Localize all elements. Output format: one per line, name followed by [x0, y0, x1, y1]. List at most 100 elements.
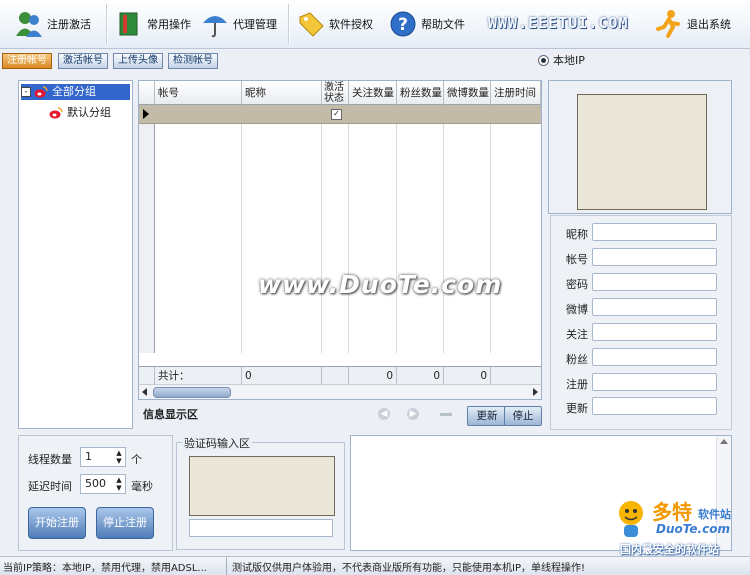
next-arrow-icon[interactable]: ▶	[407, 408, 419, 420]
column-header-follow-count[interactable]: 关注数量	[349, 81, 397, 105]
register-activate-button[interactable]: 注册激活	[14, 6, 91, 42]
delay-label: 延迟时间	[28, 480, 72, 493]
logo-sub: 软件站	[698, 508, 731, 521]
avatar-image	[577, 94, 707, 210]
field-label-fans: 粉丝	[566, 353, 588, 366]
book-icon	[114, 9, 144, 39]
thread-count-label: 线程数量	[28, 453, 72, 466]
column-header-nickname[interactable]: 昵称	[242, 81, 322, 105]
summary-nickname-total: 0	[242, 367, 322, 385]
radio-icon[interactable]	[538, 54, 549, 66]
field-label-update: 更新	[566, 402, 588, 415]
info-area-title: 信息显示区	[143, 408, 198, 421]
minus-icon[interactable]	[440, 413, 452, 416]
collapse-icon[interactable]: -	[21, 87, 31, 97]
scroll-right-icon[interactable]	[533, 388, 538, 396]
stepper-up-icon[interactable]: ▲	[114, 449, 124, 457]
weibo-field[interactable]	[592, 298, 717, 316]
active-status-checkbox[interactable]: ✓	[331, 109, 342, 120]
column-header-fans-count[interactable]: 粉丝数量	[397, 81, 444, 105]
logo-url: DuoTe.com	[656, 522, 730, 536]
main-toolbar: 注册激活 常用操作 代理管理 软件授权 ? 帮助文件 WWW.EEETUI.CO…	[0, 0, 750, 49]
delay-stepper[interactable]: 500 ▲ ▼	[80, 474, 126, 494]
group-tree: - 全部分组 默认分组	[18, 80, 133, 429]
brand-logo-text: WWW.EEETUI.COM	[488, 14, 629, 32]
tab-register-account[interactable]: 注册帐号	[2, 53, 52, 69]
avatar-frame	[548, 80, 732, 214]
captcha-title: 验证码输入区	[182, 435, 252, 451]
status-bar: 当前IP策略：本地IP，禁用代理，禁用ADSL... 测试版仅供用户体验用，不代…	[0, 556, 750, 575]
logo-slogan: 国内最安全的软件站	[620, 543, 719, 556]
fans-field[interactable]	[592, 348, 717, 366]
follow-field[interactable]	[592, 323, 717, 341]
tab-upload-avatar[interactable]: 上传头像	[113, 53, 163, 69]
delay-value: 500	[85, 477, 106, 490]
stepper-down-icon[interactable]: ▼	[114, 484, 124, 492]
update-field[interactable]	[592, 397, 717, 415]
umbrella-icon	[200, 9, 230, 39]
thread-count-value: 1	[85, 450, 92, 463]
field-label-account: 帐号	[566, 253, 588, 266]
register-field[interactable]	[592, 373, 717, 391]
weibo-icon	[34, 86, 48, 98]
column-header-active-status[interactable]: 激活状态	[322, 81, 349, 105]
summary-follow-total: 0	[349, 367, 397, 385]
users-icon	[14, 9, 44, 39]
scroll-left-icon[interactable]	[142, 388, 147, 396]
nickname-field[interactable]	[592, 223, 717, 241]
password-field[interactable]	[592, 273, 717, 291]
software-auth-label: 软件授权	[329, 18, 373, 31]
watermark-text: www.DuoTe.com	[258, 270, 503, 299]
field-label-register: 注册	[566, 378, 588, 391]
account-grid[interactable]: 帐号 昵称 激活状态 关注数量 粉丝数量 微博数量 注册时间 ✓ 共计： 0 0…	[138, 80, 542, 400]
tab-check-account[interactable]: 检测帐号	[168, 53, 218, 69]
svg-text:?: ?	[398, 15, 408, 35]
summary-fans-total: 0	[397, 367, 444, 385]
table-row[interactable]: ✓	[139, 105, 541, 124]
tag-icon	[296, 9, 326, 39]
weibo-icon	[49, 107, 63, 119]
column-header-account[interactable]: 帐号	[155, 81, 242, 105]
mascot-icon	[619, 501, 643, 537]
row-pointer-icon	[143, 109, 149, 119]
proxy-mgmt-button[interactable]: 代理管理	[200, 6, 277, 42]
stepper-up-icon[interactable]: ▲	[114, 476, 124, 484]
prev-arrow-icon[interactable]: ◀	[378, 408, 390, 420]
local-ip-option[interactable]: 本地IP	[538, 53, 585, 67]
tab-activate-account[interactable]: 激活帐号	[58, 53, 108, 69]
tree-node-all-groups[interactable]: - 全部分组	[21, 84, 130, 100]
tree-child-label: 默认分组	[67, 106, 111, 119]
horizontal-scrollbar[interactable]	[139, 384, 541, 399]
field-label-nickname: 昵称	[566, 228, 588, 241]
stop-register-button[interactable]: 停止注册	[96, 507, 154, 539]
scrollbar-thumb[interactable]	[153, 387, 231, 398]
status-ip-policy: 当前IP策略：本地IP，禁用代理，禁用ADSL...	[3, 563, 207, 574]
thread-unit-label: 个	[131, 453, 142, 466]
column-header-register-time[interactable]: 注册时间	[491, 81, 541, 105]
proxy-mgmt-label: 代理管理	[233, 18, 277, 31]
logo-name: 多特	[652, 500, 692, 524]
refresh-button[interactable]: 更新	[467, 406, 507, 426]
thread-count-stepper[interactable]: 1 ▲ ▼	[80, 447, 126, 467]
stop-button[interactable]: 停止	[504, 406, 542, 426]
captcha-input[interactable]	[189, 519, 333, 537]
field-label-follow: 关注	[566, 328, 588, 341]
duote-corner-logo: 多特 软件站 DuoTe.com 国内最安全的软件站	[608, 492, 750, 556]
local-ip-label: 本地IP	[553, 54, 585, 67]
column-header-weibo-count[interactable]: 微博数量	[444, 81, 491, 105]
stepper-down-icon[interactable]: ▼	[114, 457, 124, 465]
account-field[interactable]	[592, 248, 717, 266]
exit-button[interactable]: 退出系统	[654, 6, 731, 42]
tree-node-default-group[interactable]: 默认分组	[49, 105, 111, 121]
delay-unit-label: 毫秒	[131, 480, 153, 493]
common-ops-button[interactable]: 常用操作	[114, 6, 191, 42]
help-icon: ?	[388, 9, 418, 39]
help-file-button[interactable]: ? 帮助文件	[388, 6, 465, 42]
software-auth-button[interactable]: 软件授权	[296, 6, 373, 42]
exit-label: 退出系统	[687, 18, 731, 31]
start-register-button[interactable]: 开始注册	[28, 507, 86, 539]
field-label-password: 密码	[566, 278, 588, 291]
help-file-label: 帮助文件	[421, 18, 465, 31]
scroll-up-icon[interactable]	[720, 439, 728, 444]
common-ops-label: 常用操作	[147, 18, 191, 31]
